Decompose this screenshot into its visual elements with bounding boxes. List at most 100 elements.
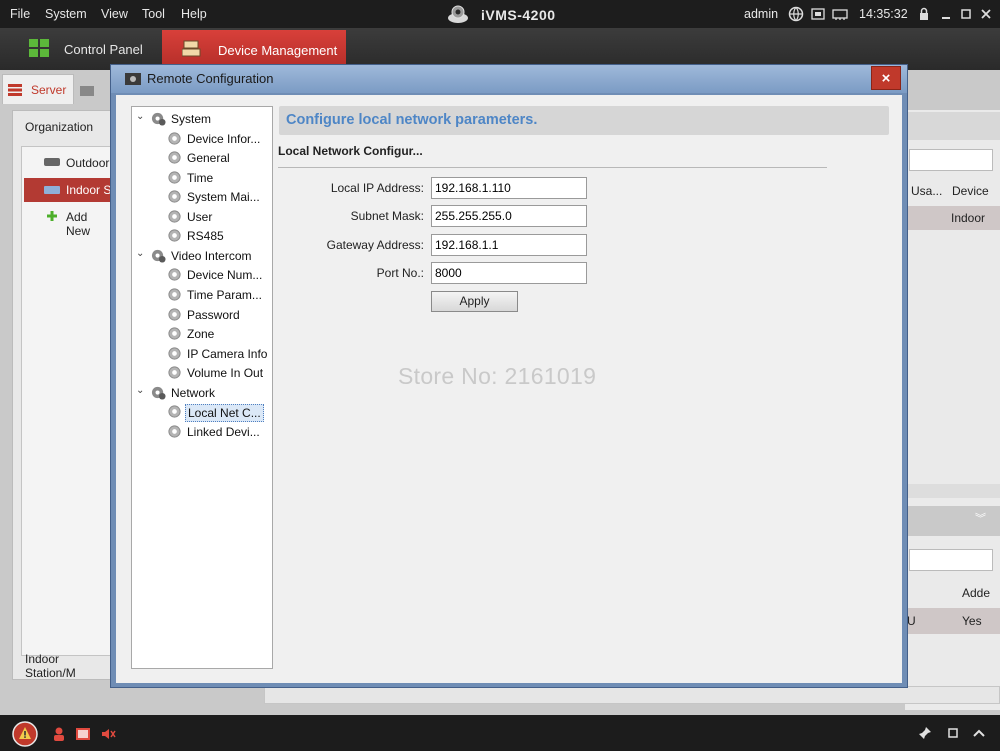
- filter-input[interactable]: [909, 149, 993, 171]
- group-tab-icon[interactable]: [80, 84, 94, 96]
- alarm-warning-icon[interactable]: [12, 721, 38, 747]
- collapse-icon[interactable]: ︾: [975, 510, 986, 526]
- table-row[interactable]: Indoor: [905, 206, 1000, 230]
- menu-file[interactable]: File: [10, 7, 30, 21]
- maximize-icon[interactable]: [958, 6, 974, 22]
- horizontal-scrollbar[interactable]: [905, 484, 1000, 498]
- tree-item[interactable]: Volume In Out: [132, 364, 272, 382]
- tree-item[interactable]: Device Num...: [132, 266, 272, 284]
- close-icon[interactable]: [978, 6, 994, 22]
- organization-label: Organization: [25, 120, 94, 134]
- menu-tool[interactable]: Tool: [142, 7, 165, 21]
- pin-icon[interactable]: [918, 726, 932, 740]
- menu-help[interactable]: Help: [181, 7, 207, 21]
- dialog-titlebar[interactable]: Remote Configuration ×: [111, 65, 907, 93]
- subnet-mask-input[interactable]: [431, 205, 587, 227]
- tree-item[interactable]: Local Net C...: [132, 403, 272, 423]
- tree-item[interactable]: General: [132, 149, 272, 167]
- watermark-text: Store No: 2161019: [398, 363, 597, 389]
- menu-bar: File System View Tool Help iVMS-4200 adm…: [0, 0, 1000, 28]
- tree-item-label: Local Net C...: [185, 404, 264, 423]
- dialog-close-button[interactable]: ×: [871, 66, 901, 90]
- alarm-person-icon[interactable]: [52, 726, 68, 742]
- organization-list: Outdoor Indoor S Add New: [21, 146, 113, 656]
- gear-icon: [168, 229, 181, 242]
- gear-icon: [168, 190, 181, 203]
- org-item-add-new[interactable]: Add New: [22, 205, 112, 238]
- control-panel-icon: [29, 39, 49, 57]
- chevron-down-icon[interactable]: ⌄: [136, 248, 146, 259]
- tree-item-label: General: [187, 151, 230, 166]
- category-gear-icon: [151, 386, 166, 400]
- sound-mute-icon[interactable]: [100, 726, 116, 742]
- local-ip-label: Local IP Address:: [330, 181, 424, 195]
- device-management-icon: [182, 40, 201, 57]
- tab-server-label: Server: [31, 83, 67, 97]
- tree-item[interactable]: ⌄ Video Intercom: [132, 247, 272, 265]
- tree-item[interactable]: Zone: [132, 325, 272, 343]
- alarm-image-icon[interactable]: [75, 726, 91, 742]
- dialog-body: ⌄ System Device Infor... General Time System …: [116, 95, 902, 683]
- tree-item[interactable]: Time: [132, 169, 272, 187]
- tree-item-label: Video Intercom: [171, 248, 252, 263]
- tree-item-label: Time: [187, 170, 214, 185]
- tab-server[interactable]: Server: [2, 74, 74, 104]
- gear-icon: [168, 327, 181, 340]
- organization-panel: Organization Outdoor Indoor S Add New In…: [12, 110, 113, 680]
- tree-item-label: RS485: [187, 229, 224, 244]
- chevron-down-icon[interactable]: ⌄: [136, 111, 146, 122]
- config-header-text: Configure local network parameters.: [286, 112, 538, 128]
- tree-item[interactable]: IP Camera Info: [132, 345, 272, 363]
- expand-up-icon[interactable]: [972, 726, 986, 740]
- lock-icon[interactable]: [916, 6, 932, 22]
- device-list-panel: Usa... Device Indoor ︾ Adde U Yes: [905, 110, 1000, 710]
- chevron-down-icon[interactable]: ⌄: [136, 385, 146, 396]
- tree-item-label: System Mai...: [187, 190, 260, 205]
- tree-item[interactable]: User: [132, 208, 272, 226]
- gateway-address-label: Gateway Address:: [326, 238, 424, 252]
- tab-control-panel[interactable]: Control Panel: [20, 34, 150, 66]
- menu-view[interactable]: View: [101, 7, 128, 21]
- tree-item[interactable]: Time Param...: [132, 286, 272, 304]
- tree-item-label: Network: [171, 385, 216, 400]
- local-ip-input[interactable]: [431, 177, 587, 199]
- tree-item[interactable]: Password: [132, 306, 272, 324]
- gear-icon: [168, 210, 181, 223]
- org-item-outdoor[interactable]: Outdoor: [22, 151, 112, 175]
- tree-item-label: System: [171, 112, 212, 126]
- gear-icon: [168, 405, 181, 418]
- org-item-indoor[interactable]: Indoor S: [24, 178, 112, 202]
- panel-header: [905, 112, 1000, 140]
- bottom-scrollbar[interactable]: [264, 686, 1000, 704]
- app-title: iVMS-4200: [481, 7, 556, 23]
- menu-system[interactable]: System: [45, 7, 87, 21]
- server-icon: [8, 84, 22, 96]
- indoor-station-label: Indoor Station/M: [25, 652, 76, 680]
- restore-window-icon[interactable]: [946, 726, 960, 740]
- camera-logo-icon: [448, 5, 468, 23]
- filter-input-2[interactable]: [909, 549, 993, 571]
- clock: 14:35:32: [859, 7, 908, 21]
- tree-item[interactable]: Linked Devi...: [132, 423, 272, 441]
- category-gear-icon: [151, 112, 166, 126]
- cell-u: U: [907, 614, 916, 628]
- tree-item[interactable]: RS485: [132, 227, 272, 245]
- gear-icon: [168, 171, 181, 184]
- tree-item[interactable]: Device Infor...: [132, 130, 272, 148]
- tab-device-management-label: Device Management: [218, 43, 338, 58]
- minimize-icon[interactable]: [938, 6, 954, 22]
- plus-icon: [47, 211, 57, 221]
- remote-configuration-dialog: Remote Configuration × ⌄ System Device Inf…: [110, 64, 908, 688]
- tree-item[interactable]: ⌄ System: [132, 110, 272, 128]
- dialog-title: Remote Configuration: [147, 71, 274, 86]
- section-title: Local Network Configur...: [278, 144, 423, 158]
- gateway-address-input[interactable]: [431, 234, 587, 256]
- globe-icon[interactable]: [788, 6, 804, 22]
- apply-button[interactable]: Apply: [431, 291, 518, 312]
- tree-item-label: User: [187, 209, 213, 224]
- table-row[interactable]: U Yes: [905, 608, 1000, 634]
- tree-item[interactable]: ⌄ Network: [132, 384, 272, 402]
- port-input[interactable]: [431, 262, 587, 284]
- cpu-icon: [811, 8, 825, 20]
- tree-item[interactable]: System Mai...: [132, 188, 272, 206]
